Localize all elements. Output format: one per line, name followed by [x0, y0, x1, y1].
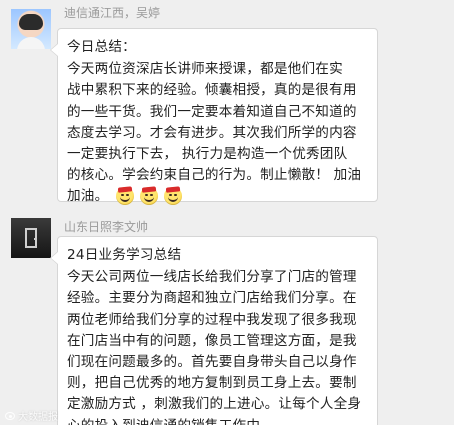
- message-line: 一定要执行下去， 执行力是构造一个优秀团队: [67, 146, 348, 163]
- sender-name: 迪信通江西，吴婷: [64, 6, 161, 20]
- watermark-logo-icon: [4, 411, 16, 421]
- message-line-text: 加油。: [67, 188, 109, 205]
- message-line-last: 加油。: [67, 186, 368, 207]
- message-line: 心的投入到迪信通的销售工作中: [67, 416, 368, 425]
- message-line: 在门店当中有的问题，像员工管理这方面，是我: [67, 332, 357, 349]
- message-line: 的核心。学会约束自己的行为。制止懒散！ 加油: [67, 167, 362, 184]
- message-line: 今天公司两位一线店长给我们分享了门店的管理: [67, 269, 357, 286]
- watermark: 大数据报: [4, 408, 58, 423]
- message-line: 定激励方式 ，刺激我们的上进心。让每个人全身: [67, 396, 362, 413]
- message-bubble[interactable]: 今日总结： 今天两位资深店长讲师来授课，都是他们在实 战中累积下来的经验。倾囊相…: [50, 28, 378, 206]
- message-bubble[interactable]: 24日业务学习总结 今天公司两位一线店长给我们分享了门店的管理 经验。主要分为商…: [50, 236, 378, 425]
- message-line: 态度去学习。才会有进步。其次我们所学的内容: [67, 124, 357, 141]
- door-icon: [25, 228, 37, 248]
- message-line: 们现在问题最多的。首先要自身带头自己以身作: [67, 354, 357, 371]
- watermark-text: 大数据报: [18, 412, 58, 423]
- message-line: 则，把自己优秀的地方复制到员工身上去。要制: [67, 375, 357, 392]
- message-line: 今天两位资深店长讲师来授课，都是他们在实: [67, 61, 343, 78]
- message-line: 经验。主要分为商超和独立门店给我们分享。在: [67, 290, 357, 307]
- chat-screen: 迪信通江西，吴婷 今日总结： 今天两位资深店长讲师来授课，都是他们在实 战中累积…: [0, 0, 454, 425]
- celebration-face-emoji: [163, 187, 182, 206]
- message-title: 今日总结：: [67, 39, 136, 55]
- sender-name: 山东日照李文帅: [64, 220, 149, 234]
- celebration-face-emoji: [115, 187, 134, 206]
- message-title: 24日业务学习总结: [67, 247, 182, 263]
- avatar[interactable]: [11, 9, 51, 49]
- message-line: 的一些干货。我们一定要本着知道自己不知道的: [67, 103, 357, 120]
- avatar[interactable]: [11, 218, 51, 258]
- celebration-face-emoji: [139, 187, 158, 206]
- message-line: 两位老师给我们分享的过程中我发现了很多我现: [67, 311, 357, 328]
- message-line: 战中累积下来的经验。倾囊相授，真的是很有用: [67, 82, 357, 99]
- emoji-group: [115, 187, 182, 206]
